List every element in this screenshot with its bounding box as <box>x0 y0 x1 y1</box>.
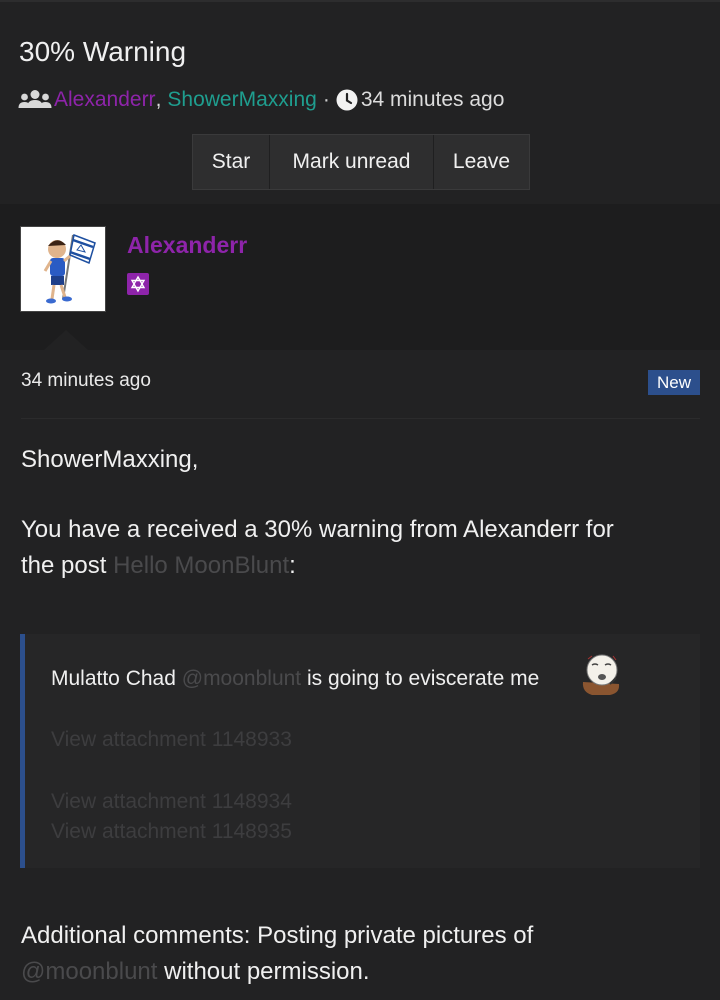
quote-text-before: Mulatto Chad <box>51 667 182 690</box>
users-icon <box>18 90 52 108</box>
conversation-actions: Star Mark unread Leave <box>192 134 530 190</box>
conversation-meta: Alexanderr, ShowerMaxxing · 34 minutes ag… <box>18 86 504 114</box>
message-time[interactable]: 34 minutes ago <box>21 370 151 392</box>
message-intro-prefix: the post <box>21 552 114 579</box>
intro-colon: : <box>289 552 296 579</box>
quote-mention-link[interactable]: @moonblunt <box>182 667 301 690</box>
message-user-panel <box>0 204 720 350</box>
top-divider <box>0 0 720 2</box>
participant-comma: , <box>155 88 162 111</box>
additional-comments: Additional comments: Posting private pic… <box>21 918 533 990</box>
quote-text: Mulatto Chad @moonblunt is going to evis… <box>51 667 539 691</box>
conversation-title: 30% Warning <box>19 36 187 67</box>
message-greeting: ShowerMaxxing, <box>21 446 199 473</box>
meta-separator: · <box>322 88 330 111</box>
additional-suffix: without permission. <box>157 958 370 985</box>
attachment-link[interactable]: View attachment 1148933 <box>51 728 292 752</box>
author-username[interactable]: Alexanderr <box>127 232 247 259</box>
additional-comments-line2: @moonblunt without permission. <box>21 954 533 990</box>
participant-link-showermaxxing[interactable]: ShowerMaxxing <box>167 88 316 112</box>
attachment-link[interactable]: View attachment 1148934 <box>51 790 292 814</box>
star-of-david-icon <box>127 273 149 295</box>
new-badge: New <box>648 370 700 395</box>
avatar-image <box>21 227 105 311</box>
clock-icon <box>336 89 358 111</box>
message-pointer <box>44 330 88 350</box>
message-intro-line1: You have a received a 30% warning from A… <box>21 516 614 543</box>
additional-mention-link[interactable]: @moonblunt <box>21 958 157 985</box>
post-link[interactable]: Hello MoonBlunt <box>113 552 289 579</box>
message-intro-line2: the post Hello MoonBlunt: <box>21 548 614 584</box>
avatar[interactable] <box>20 226 106 312</box>
mark-unread-button[interactable]: Mark unread <box>270 135 434 189</box>
star-button[interactable]: Star <box>193 135 270 189</box>
message-divider <box>21 418 700 419</box>
conversation-time: 34 minutes ago <box>360 88 505 111</box>
attachment-link[interactable]: View attachment 1148935 <box>51 820 292 844</box>
message-intro: You have a received a 30% warning from A… <box>21 512 614 584</box>
quote-text-after: is going to eviscerate me <box>301 667 540 690</box>
wojak-emoji-icon <box>582 654 620 695</box>
participant-link-alexanderr[interactable]: Alexanderr <box>54 88 156 112</box>
additional-comments-line1: Additional comments: Posting private pic… <box>21 922 534 949</box>
leave-button[interactable]: Leave <box>434 135 529 189</box>
